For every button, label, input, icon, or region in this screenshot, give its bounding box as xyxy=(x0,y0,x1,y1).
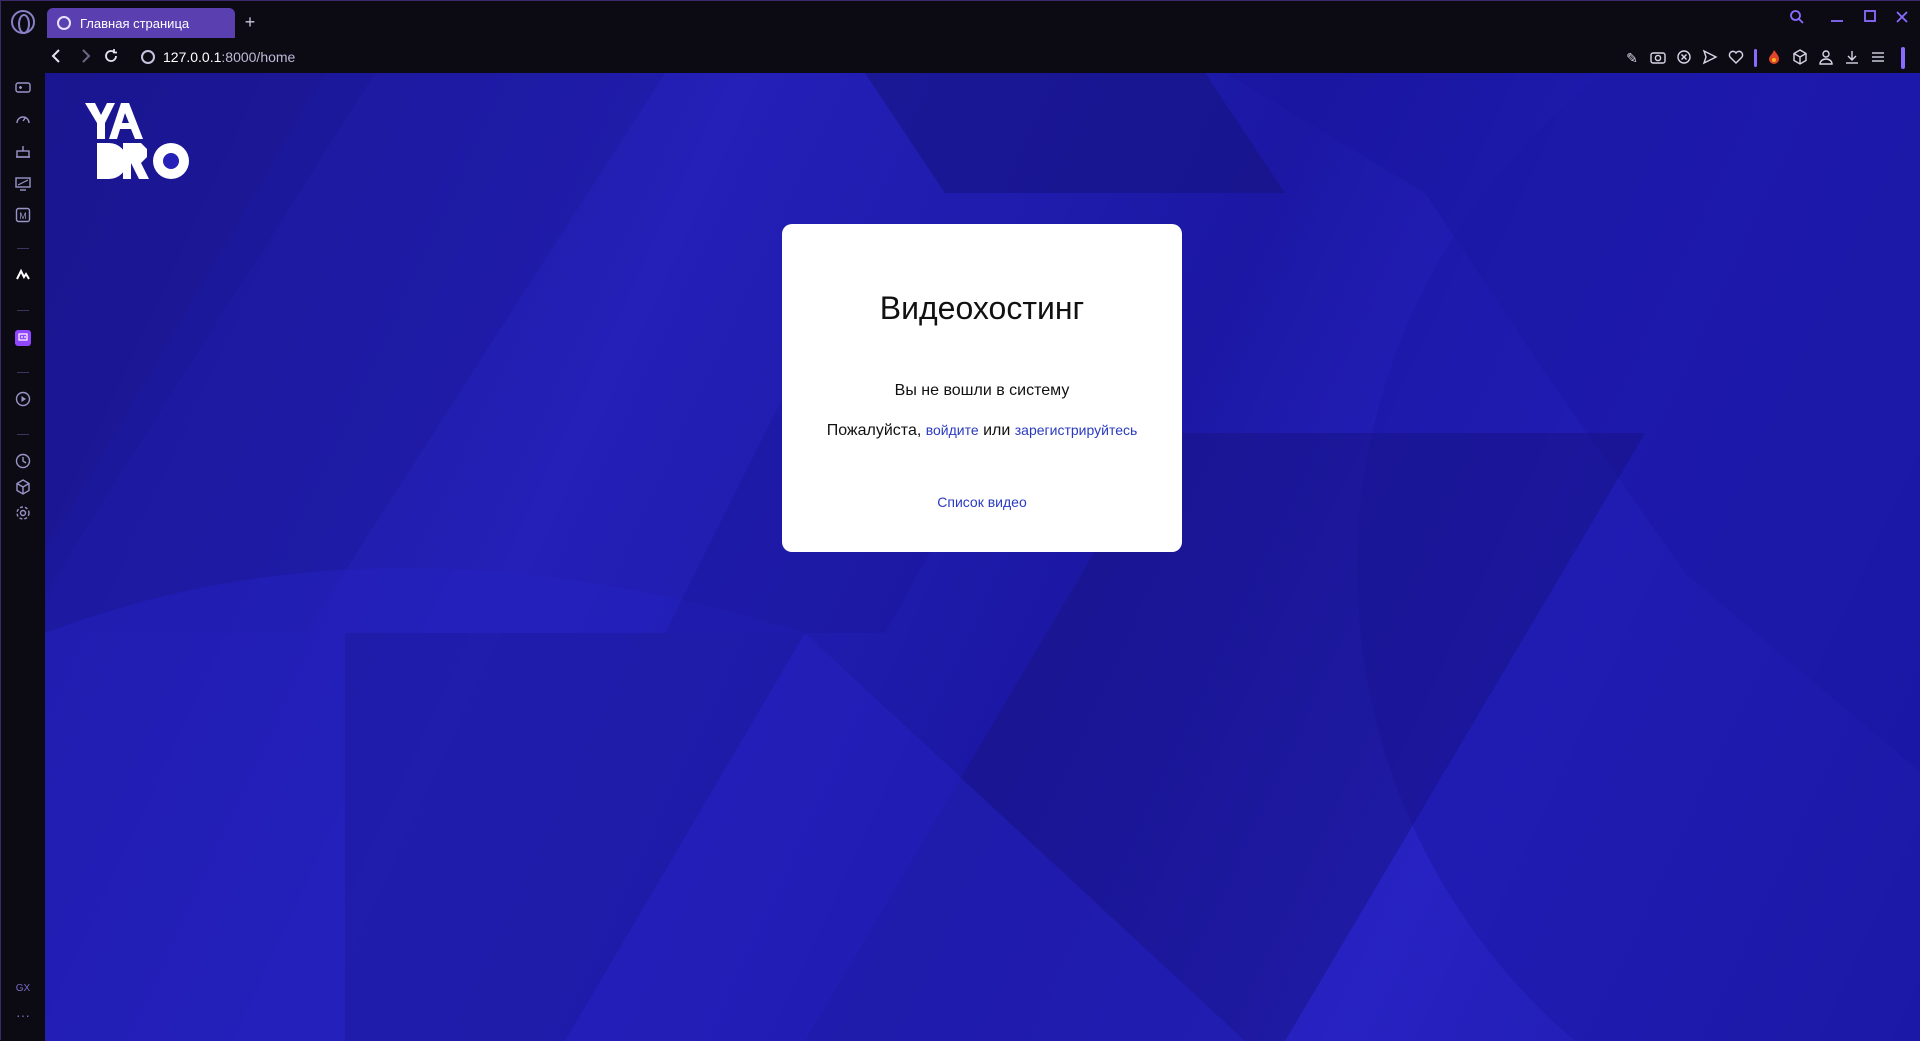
url-path: :8000/home xyxy=(221,49,296,65)
gamepad-icon[interactable] xyxy=(13,79,33,99)
menu-icon[interactable] xyxy=(1869,49,1887,67)
video-list-link[interactable]: Список видео xyxy=(937,494,1026,510)
shield-icon[interactable] xyxy=(1675,49,1693,67)
browser-window: Главная страница + 127.0.0.1:8000/home ✎… xyxy=(0,0,1920,1041)
minimize-icon[interactable] xyxy=(1827,9,1847,30)
heart-icon[interactable] xyxy=(1727,49,1745,67)
sidebar-divider xyxy=(17,310,29,311)
tab-bar: Главная страница + xyxy=(1,1,1920,43)
fire-icon[interactable] xyxy=(1765,49,1783,67)
twitch-icon[interactable] xyxy=(13,329,33,349)
user-icon[interactable] xyxy=(1817,49,1835,67)
download-icon[interactable] xyxy=(1843,49,1861,67)
video-list-container: Список видео xyxy=(782,494,1182,510)
close-icon[interactable] xyxy=(1892,9,1912,30)
globe-icon xyxy=(57,16,71,30)
cube-icon[interactable] xyxy=(1791,49,1809,67)
sidebar-toggle-bar[interactable] xyxy=(1901,47,1905,69)
cake-icon[interactable] xyxy=(13,143,33,163)
login-link[interactable]: войдите xyxy=(926,422,979,438)
toolbar-divider xyxy=(1754,49,1757,67)
sidebar-divider xyxy=(17,372,29,373)
prompt-prefix: Пожалуйста, xyxy=(826,422,926,439)
url-host: 127.0.0.1 xyxy=(163,49,222,65)
auth-prompt: Пожалуйста, войдите или зарегистрируйтес… xyxy=(782,422,1182,440)
sidebar: M GX ··· xyxy=(1,73,45,1041)
m-badge-icon[interactable]: M xyxy=(13,207,33,227)
maximize-icon[interactable] xyxy=(1860,9,1880,30)
gx-label[interactable]: GX xyxy=(13,979,33,999)
address-bar: 127.0.0.1:8000/home ✎ xyxy=(45,43,1920,73)
sidebar-divider xyxy=(17,434,29,435)
background-shapes xyxy=(45,73,1920,1041)
search-icon[interactable] xyxy=(1787,9,1807,30)
register-link[interactable]: зарегистрируйтесь xyxy=(1015,422,1138,438)
send-icon[interactable] xyxy=(1701,49,1719,67)
login-card: Видеохостинг Вы не вошли в систему Пожал… xyxy=(782,224,1182,552)
sidebar-divider xyxy=(17,248,29,249)
back-button[interactable] xyxy=(47,47,67,67)
settings-icon[interactable] xyxy=(13,505,33,525)
new-tab-button[interactable]: + xyxy=(241,13,259,32)
svg-text:M: M xyxy=(19,211,27,221)
play-icon[interactable] xyxy=(13,391,33,411)
url-field[interactable]: 127.0.0.1:8000/home xyxy=(163,49,295,65)
vk-icon[interactable] xyxy=(13,267,33,287)
opera-gx-logo-icon[interactable] xyxy=(11,10,35,34)
camera-icon[interactable] xyxy=(1649,49,1667,67)
more-icon[interactable]: ··· xyxy=(13,1005,33,1025)
cube-icon[interactable] xyxy=(13,479,33,499)
tab-title: Главная страница xyxy=(80,15,190,31)
edit-icon[interactable]: ✎ xyxy=(1623,49,1641,67)
site-info-icon[interactable] xyxy=(141,50,155,64)
reload-button[interactable] xyxy=(101,47,121,67)
or-text: или xyxy=(978,422,1015,439)
forward-button[interactable] xyxy=(75,47,95,67)
auth-status: Вы не вошли в систему xyxy=(894,382,1070,399)
yadro-logo[interactable] xyxy=(85,103,189,179)
history-icon[interactable] xyxy=(13,453,33,473)
monitor-icon[interactable] xyxy=(13,175,33,195)
tab-home[interactable]: Главная страница xyxy=(47,8,235,38)
speedometer-icon[interactable] xyxy=(13,111,33,131)
page-content: Видеохостинг Вы не вошли в систему Пожал… xyxy=(45,73,1920,1041)
page-title: Видеохостинг xyxy=(879,290,1085,326)
